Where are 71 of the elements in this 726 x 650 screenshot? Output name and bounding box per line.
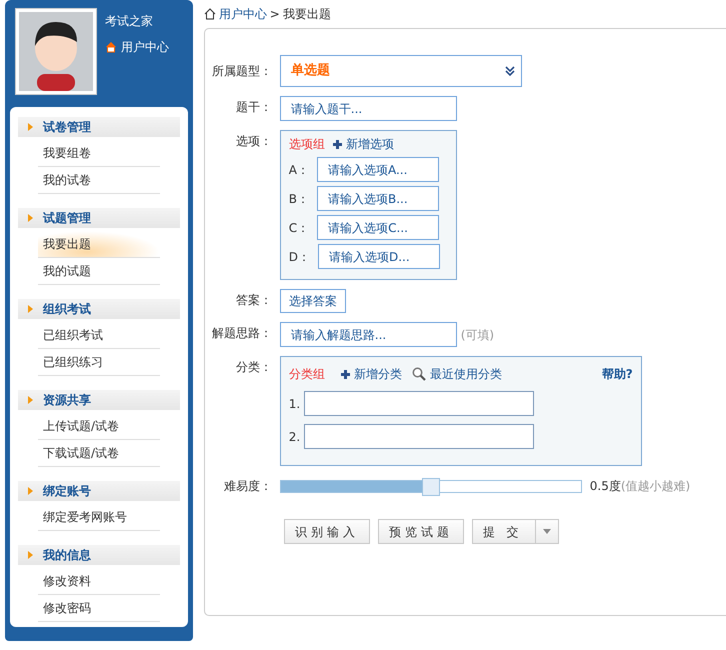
breadcrumb-separator: > [270, 6, 280, 23]
category-field[interactable] [304, 424, 534, 449]
site-name: 考试之家 [105, 13, 154, 30]
sidebar-item[interactable]: 修改密码 [38, 595, 160, 622]
field-label: 所属题型： [210, 63, 273, 80]
category-field[interactable] [304, 391, 534, 416]
add-option-link[interactable]: 新增选项 [332, 135, 394, 153]
home-icon [204, 8, 216, 20]
dropdown-toggle-button[interactable] [536, 519, 559, 544]
analysis-field[interactable]: 请输入解题思路... [280, 322, 457, 347]
option-letter: C： [288, 220, 310, 236]
difficulty-hint: (值越小越难) [620, 479, 690, 493]
arrow-icon [28, 487, 33, 495]
field-label: 选项： [234, 133, 273, 150]
section-header[interactable]: 试题管理 [18, 208, 180, 228]
sidebar-item[interactable]: 下载试题/试卷 [38, 440, 160, 467]
search-icon [412, 367, 426, 381]
option-field[interactable]: 请输入选项A... [316, 157, 439, 182]
breadcrumb-link[interactable]: 用户中心 [218, 5, 267, 23]
category-number: 2. [288, 428, 300, 446]
sidebar-item[interactable]: 我的试卷 [38, 167, 160, 194]
sidebar-item[interactable]: 已组织考试 [38, 322, 160, 349]
option-field[interactable]: 请输入选项C... [317, 215, 440, 240]
option-field[interactable]: 请输入选项B... [316, 186, 439, 211]
add-category-link[interactable]: 新增分类 [340, 365, 402, 383]
double-chevron-icon [504, 66, 515, 76]
sidebar-item[interactable]: 绑定爱考网账号 [38, 504, 160, 531]
group-label: 选项组 [288, 136, 325, 153]
field-label: 题干： [234, 99, 273, 116]
recognize-button[interactable]: 识别输入 [284, 519, 370, 544]
section-header[interactable]: 试卷管理 [18, 117, 180, 137]
plus-icon [332, 140, 342, 148]
arrow-icon [28, 214, 33, 222]
section-header[interactable]: 绑定账号 [18, 481, 180, 501]
home-icon [105, 41, 117, 53]
category-number: 1. [288, 396, 300, 412]
difficulty-reading: 0.5度 [590, 479, 621, 493]
arrow-icon [28, 123, 33, 131]
sidebar-item[interactable]: 修改资料 [38, 568, 160, 595]
submit-button[interactable]: 提 交 [472, 519, 536, 544]
slider-thumb[interactable] [422, 478, 440, 496]
option-letter: D： [288, 248, 310, 266]
option-field[interactable]: 请输入选项D... [318, 244, 440, 269]
section-header[interactable]: 组织考试 [18, 299, 180, 319]
stem-field[interactable]: 请输入题干... [280, 96, 457, 121]
field-label: 难易度： [222, 478, 273, 495]
answer-button[interactable]: 选择答案 [280, 289, 346, 313]
option-letter: A： [288, 162, 309, 178]
recent-categories-link[interactable]: 最近使用分类 [412, 365, 502, 383]
field-label: 答案： [234, 292, 273, 309]
breadcrumb-current: 我要出题 [282, 6, 331, 23]
user-center-link[interactable]: 用户中心 [105, 38, 169, 56]
field-label: 解题思路： [210, 325, 273, 342]
optional-hint: (可填) [460, 326, 494, 344]
sidebar-item[interactable]: 上传试题/试卷 [38, 413, 160, 440]
help-link[interactable]: 帮助? [602, 365, 633, 383]
option-letter: B： [288, 190, 309, 208]
group-label: 分类组 [288, 366, 325, 383]
caret-icon [542, 529, 551, 534]
preview-button[interactable]: 预览试题 [378, 519, 464, 544]
sidebar-item[interactable]: 我要出题 [38, 231, 160, 258]
sidebar-item[interactable]: 我的试题 [38, 258, 160, 285]
section-header[interactable]: 资源共享 [18, 390, 180, 410]
section-header[interactable]: 我的信息 [18, 545, 180, 565]
sidebar-item[interactable]: 我要组卷 [38, 140, 160, 167]
sidebar-item[interactable]: 已组织练习 [38, 349, 160, 376]
plus-icon [340, 370, 350, 378]
arrow-icon [28, 396, 33, 404]
field-label: 分类： [234, 359, 273, 376]
arrow-icon [28, 551, 33, 559]
arrow-icon [28, 305, 33, 313]
